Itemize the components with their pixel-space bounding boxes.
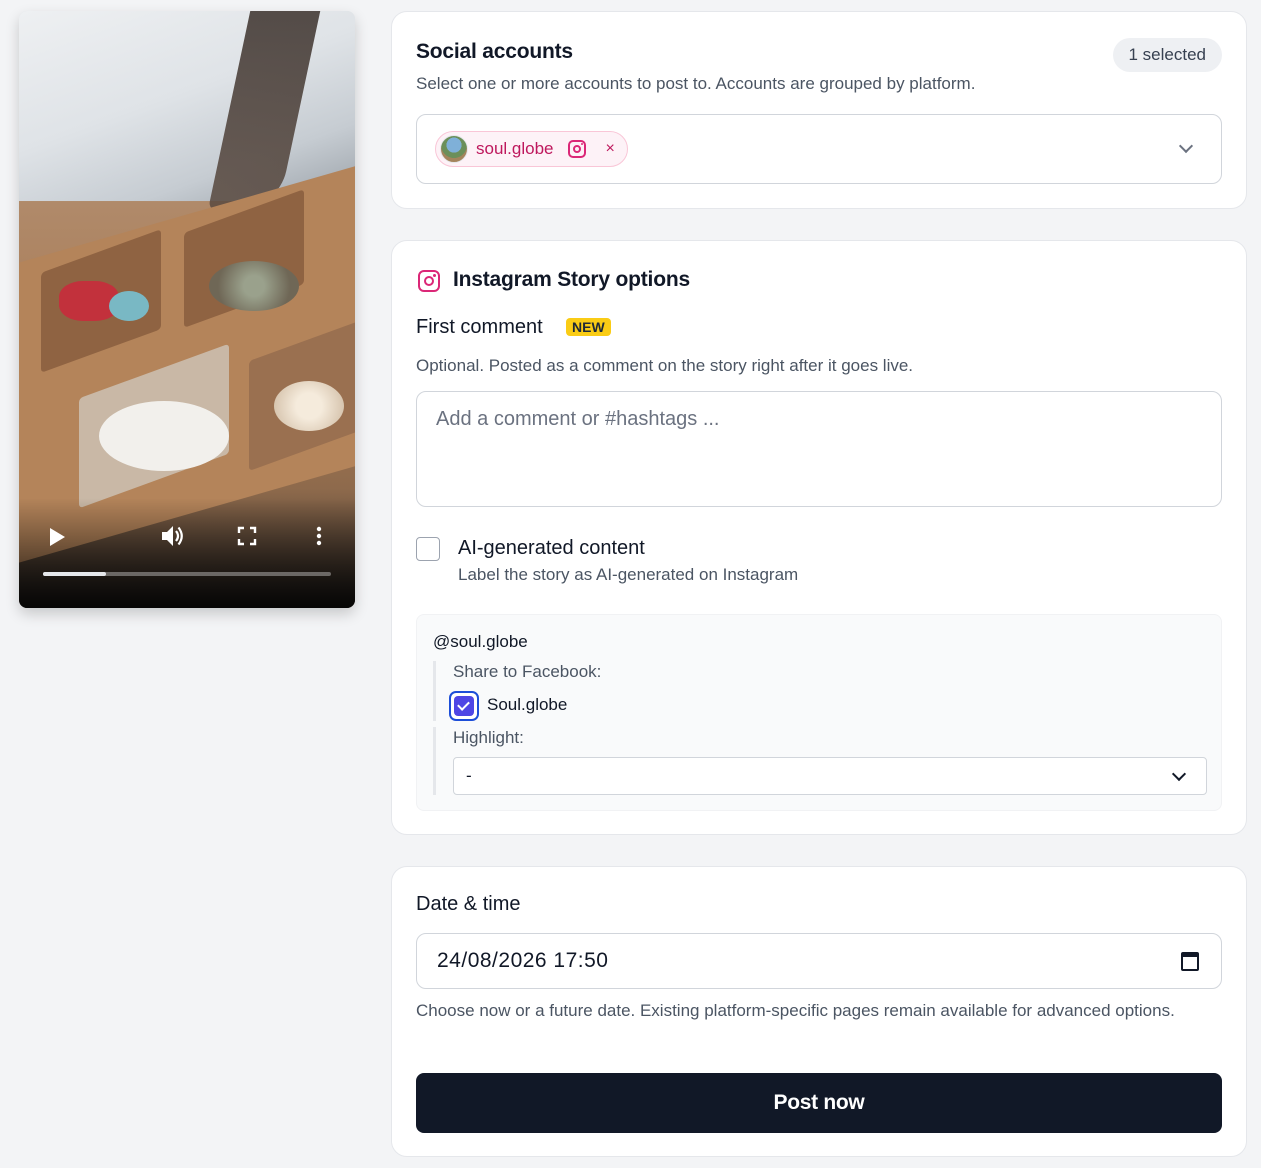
video-frame-bead xyxy=(109,291,149,321)
first-comment-help: Optional. Posted as a comment on the sto… xyxy=(416,356,914,375)
ai-generated-help: Label the story as AI-generated on Insta… xyxy=(458,565,799,584)
highlight-label: Highlight: xyxy=(453,728,524,747)
date-time-help: Choose now or a future date. Existing pl… xyxy=(416,1001,1175,1020)
highlight-select[interactable]: - xyxy=(453,757,1207,795)
story-options-title: Instagram Story options xyxy=(453,268,690,291)
date-time-label: Date & time xyxy=(416,893,521,915)
first-comment-label: First comment xyxy=(416,316,543,338)
account-handle: @soul.globe xyxy=(433,632,528,651)
divider xyxy=(433,727,436,795)
fullscreen-icon[interactable] xyxy=(235,524,259,548)
datetime-input[interactable]: 24/08/2026 17:50 xyxy=(416,933,1222,989)
account-chip-soul-globe: soul.globe × xyxy=(435,131,628,167)
volume-icon[interactable] xyxy=(162,524,186,548)
avatar xyxy=(440,135,468,163)
selected-count-badge: 1 selected xyxy=(1112,38,1222,72)
chevron-down-icon xyxy=(1171,766,1187,782)
instagram-story-options-card: Instagram Story options First comment NE… xyxy=(391,240,1247,835)
video-controls-bar xyxy=(19,498,355,608)
highlight-select-value: - xyxy=(466,766,472,785)
social-accounts-title: Social accounts xyxy=(416,40,573,63)
datetime-value: 24/08/2026 17:50 xyxy=(437,949,609,972)
check-icon xyxy=(454,696,474,716)
instagram-icon xyxy=(567,140,586,158)
share-to-facebook-label: Share to Facebook: xyxy=(453,662,602,681)
video-frame-bead xyxy=(99,401,229,471)
video-frame-bead xyxy=(274,381,344,431)
video-preview[interactable] xyxy=(19,11,355,608)
new-badge: NEW xyxy=(566,318,611,336)
remove-account-icon[interactable]: × xyxy=(606,140,615,158)
social-accounts-card: Social accounts 1 selected Select one or… xyxy=(391,11,1247,209)
post-now-button[interactable]: Post now xyxy=(416,1073,1222,1133)
ai-generated-label: AI-generated content xyxy=(458,537,645,559)
facebook-page-label: Soul.globe xyxy=(487,695,568,714)
chevron-down-icon[interactable] xyxy=(1178,138,1194,154)
date-time-card: Date & time 24/08/2026 17:50 Choose now … xyxy=(391,866,1247,1157)
ai-generated-checkbox[interactable] xyxy=(416,537,440,561)
calendar-icon[interactable] xyxy=(1181,952,1199,971)
divider xyxy=(433,661,436,721)
accounts-multiselect[interactable]: soul.globe × xyxy=(416,114,1222,184)
video-progress-track[interactable] xyxy=(43,572,331,576)
account-chip-label: soul.globe xyxy=(476,139,554,158)
play-icon[interactable] xyxy=(45,525,69,549)
first-comment-input[interactable] xyxy=(416,391,1222,507)
facebook-page-checkbox[interactable] xyxy=(449,691,479,721)
instagram-icon xyxy=(418,270,440,292)
video-progress-fill xyxy=(43,572,107,576)
video-frame-bead xyxy=(209,261,299,311)
account-settings-panel: @soul.globe Share to Facebook: Soul.glob… xyxy=(416,614,1222,811)
more-vertical-icon[interactable] xyxy=(307,524,331,548)
social-accounts-description: Select one or more accounts to post to. … xyxy=(416,74,976,93)
